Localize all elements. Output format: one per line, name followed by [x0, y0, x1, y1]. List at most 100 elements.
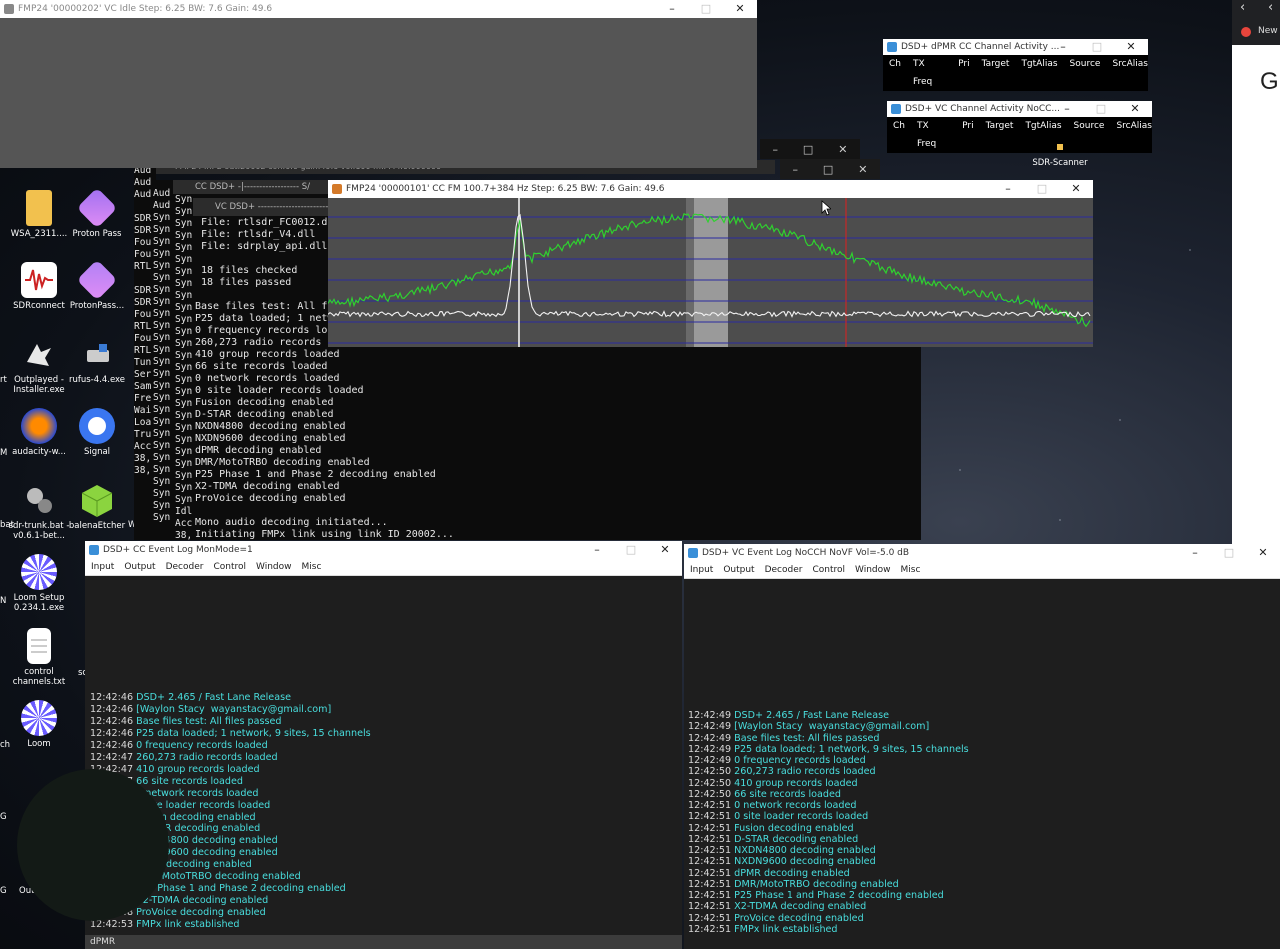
column-header[interactable]: Ch — [889, 55, 901, 91]
loom-setup-icon[interactable]: Loom Setup 0.234.1.exe — [8, 554, 70, 613]
spectrum-display[interactable] — [328, 198, 1093, 347]
cc-log-title: DSD+ CC Event Log MonMode=1 — [103, 545, 253, 555]
webcam-overlay — [17, 769, 169, 921]
close-icon[interactable]: ✕ — [1059, 180, 1093, 198]
menu-item[interactable]: Input — [91, 559, 114, 575]
rufus-icon[interactable]: rufus-4.4.exe — [66, 336, 128, 385]
proton-pass-icon[interactable]: Proton Pass — [66, 187, 128, 239]
close-icon[interactable]: ✕ — [838, 143, 847, 156]
maximize-icon[interactable]: □ — [803, 143, 813, 156]
fmp-app-icon — [332, 184, 342, 194]
column-header[interactable]: SrcAlias — [1116, 117, 1152, 153]
vc-event-log-window[interactable]: DSD+ VC Event Log NoCCH NoVF Vol=-5.0 dB… — [684, 544, 1280, 949]
log-message: X2-TDMA decoding enabled — [136, 895, 269, 907]
console-line: Syn — [153, 260, 171, 271]
dpmr-activity-window[interactable]: DSD+ dPMR CC Channel Activity ... – □ ✕ … — [883, 39, 1148, 91]
minimize-icon[interactable]: – — [580, 541, 614, 559]
minimize-icon[interactable]: – — [991, 180, 1025, 198]
cube-icon — [79, 482, 115, 518]
console-line: Syn — [153, 512, 171, 523]
balenaetcher-icon[interactable]: balenaEtcher — [66, 482, 128, 531]
menu-item[interactable]: Decoder — [765, 562, 803, 578]
log-line: 12:42:49 P25 data loaded; 1 network, 9 s… — [688, 744, 969, 755]
maximize-icon[interactable]: □ — [614, 541, 648, 559]
menu-item[interactable]: Window — [855, 562, 891, 578]
log-timestamp: 12:42:46 — [90, 727, 134, 739]
browser-forward-icon[interactable]: ‹ — [1268, 0, 1273, 15]
control-channels-icon[interactable]: control channels.txt — [8, 628, 70, 687]
close-icon[interactable]: ✕ — [1118, 101, 1152, 117]
cc-event-log-window[interactable]: DSD+ CC Event Log MonMode=1 – □ ✕ Input O… — [85, 541, 682, 949]
log-message: ProVoice decoding enabled — [734, 912, 864, 924]
minimize-icon[interactable]: – — [655, 0, 689, 18]
console-line: P25 Phase 1 and Phase 2 decoding enabled — [195, 469, 436, 480]
menu-item[interactable]: Misc — [901, 562, 921, 578]
log-message: DSD+ 2.465 / Fast Lane Release — [734, 710, 889, 721]
column-header[interactable]: Target — [986, 117, 1014, 153]
menu-item[interactable]: Misc — [302, 559, 322, 575]
maximize-icon[interactable]: □ — [689, 0, 723, 18]
minimize-icon[interactable]: – — [772, 143, 778, 156]
console-line: D-STAR decoding enabled — [195, 409, 334, 420]
close-icon[interactable]: ✕ — [1114, 39, 1148, 55]
close-icon[interactable]: ✕ — [648, 541, 682, 559]
console-line: Syn — [153, 308, 171, 319]
console-line: Syn — [153, 476, 171, 487]
maximize-icon[interactable]: □ — [823, 163, 833, 176]
outplayed-installer-icon[interactable]: Outplayed - Installer.exe — [8, 336, 70, 395]
fmp-top-window[interactable]: FMP24 '00000202' VC Idle Step: 6.25 BW: … — [0, 0, 757, 168]
minimize-icon[interactable]: – — [1178, 544, 1212, 562]
maximize-icon[interactable]: □ — [1080, 39, 1114, 55]
minimize-icon[interactable]: – — [1050, 101, 1084, 117]
minimize-icon[interactable]: – — [792, 163, 798, 176]
console-line: ProVoice decoding enabled — [195, 493, 346, 504]
menu-item[interactable]: Input — [690, 562, 713, 578]
menu-item[interactable]: Output — [124, 559, 155, 575]
column-header[interactable]: TX Freq — [917, 117, 950, 153]
sdrconnect-icon[interactable]: SDRconnect — [8, 262, 70, 311]
menu-item[interactable]: Window — [256, 559, 292, 575]
column-header[interactable]: Source — [1070, 55, 1101, 91]
behind-window-buttons-2: – □ ✕ — [780, 159, 880, 179]
vc-activity-window[interactable]: DSD+ VC Channel Activity NoCC... – □ ✕ C… — [887, 101, 1152, 153]
column-header[interactable]: TX Freq — [913, 55, 946, 91]
sdr-trunk-icon[interactable]: sdr-trunk.bat - v0.6.1-bet... — [8, 482, 70, 541]
column-header[interactable]: SrcAlias — [1112, 55, 1148, 91]
sdr-scanner-shortcut[interactable]: SDR-Scanner — [1028, 144, 1092, 169]
log-message: Base files test: All files passed — [734, 732, 880, 744]
column-header[interactable]: Pri — [958, 55, 969, 91]
menu-item[interactable]: Control — [812, 562, 845, 578]
console-line: Syn — [153, 296, 171, 307]
audacity-icon[interactable]: audacity-w... — [8, 408, 70, 457]
menu-item[interactable]: Control — [213, 559, 246, 575]
column-header[interactable]: Pri — [962, 117, 973, 153]
loom-icon[interactable]: Loom — [8, 700, 70, 749]
minimize-icon[interactable]: – — [1046, 39, 1080, 55]
close-icon[interactable]: ✕ — [1246, 544, 1280, 562]
browser-back-icon[interactable]: ‹ — [1240, 0, 1245, 15]
dsd-app-icon — [688, 548, 698, 558]
menu-item[interactable]: Decoder — [166, 559, 204, 575]
sdr-scanner-icon — [1057, 144, 1063, 150]
wsa-folder-icon[interactable]: WSA_2311.... — [8, 190, 70, 239]
spectrum-window[interactable]: FMP24 '00000101' CC FM 100.7+384 Hz Step… — [328, 180, 1093, 347]
signal-icon[interactable]: Signal — [66, 408, 128, 457]
column-header[interactable]: Target — [982, 55, 1010, 91]
close-icon[interactable]: ✕ — [858, 163, 867, 176]
log-line: 12:42:50 410 group records loaded — [688, 778, 969, 789]
console-line: Initiating FMPx link using link ID 20002… — [195, 529, 454, 540]
maximize-icon[interactable]: □ — [1025, 180, 1059, 198]
protonpass-installer-icon[interactable]: ProtonPass... — [66, 259, 128, 311]
behind-window-buttons-1: – □ ✕ — [760, 139, 860, 159]
column-header[interactable]: TgtAlias — [1021, 55, 1057, 91]
maximize-icon[interactable]: □ — [1212, 544, 1246, 562]
close-icon[interactable]: ✕ — [723, 0, 757, 18]
log-message: 410 group records loaded — [734, 777, 858, 789]
browser-new-tab-label[interactable]: New — [1258, 26, 1278, 36]
partial-label-bat: bat — [0, 520, 14, 530]
menu-item[interactable]: Output — [723, 562, 754, 578]
maximize-icon[interactable]: □ — [1084, 101, 1118, 117]
console-line: NXDN4800 decoding enabled — [195, 421, 346, 432]
console-line: Syn — [153, 428, 171, 439]
column-header[interactable]: Ch — [893, 117, 905, 153]
